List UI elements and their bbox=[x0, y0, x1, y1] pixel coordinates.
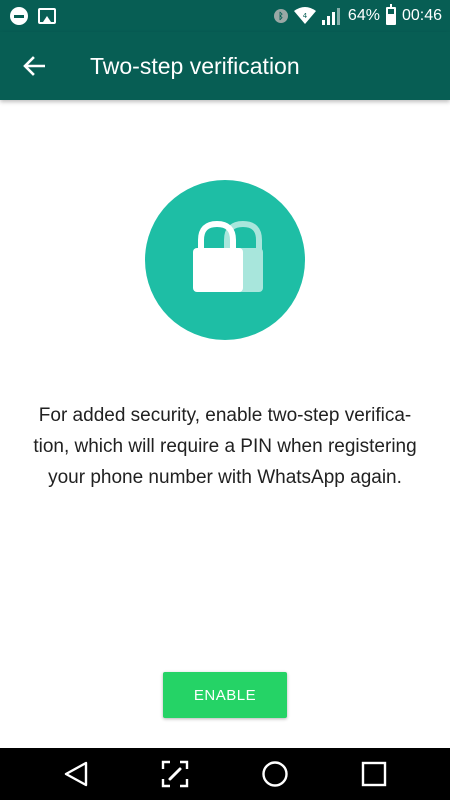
back-button[interactable] bbox=[18, 52, 50, 80]
description-line: tion, which will require a PIN when regi… bbox=[33, 436, 417, 457]
description-line: For added security, enable two-step veri… bbox=[38, 405, 412, 426]
page-title: Two-step verification bbox=[90, 53, 300, 79]
clock: 00:46 bbox=[401, 7, 442, 24]
status-bar: ᛒ 4 64% 00:46 bbox=[0, 0, 450, 32]
home-circle-icon[interactable] bbox=[261, 760, 289, 788]
app-bar: Two-step verification bbox=[0, 32, 450, 100]
system-status: ᛒ 4 64% 00:46 bbox=[273, 0, 442, 32]
notification-icons bbox=[10, 7, 56, 25]
edit-capture-icon[interactable] bbox=[161, 760, 189, 788]
svg-text:4: 4 bbox=[303, 12, 308, 20]
recents-square-icon[interactable] bbox=[360, 760, 388, 788]
description-text: For added security, enable two-step veri… bbox=[20, 400, 430, 493]
dnd-icon bbox=[10, 7, 28, 25]
bluetooth-icon: ᛒ bbox=[273, 9, 288, 23]
battery-percentage: 64% bbox=[347, 7, 380, 24]
arrow-left-icon bbox=[23, 56, 45, 76]
enable-button[interactable]: ENABLE bbox=[163, 672, 287, 718]
description-line: your phone number with WhatsApp again. bbox=[48, 467, 402, 488]
wifi-icon: 4 bbox=[293, 7, 316, 24]
battery-icon bbox=[385, 4, 396, 25]
gallery-icon bbox=[38, 8, 56, 24]
back-triangle-icon[interactable] bbox=[62, 760, 90, 788]
lock-icon bbox=[193, 220, 263, 292]
signal-icon bbox=[321, 8, 340, 25]
lock-illustration bbox=[145, 180, 305, 340]
navigation-bar bbox=[0, 748, 450, 800]
